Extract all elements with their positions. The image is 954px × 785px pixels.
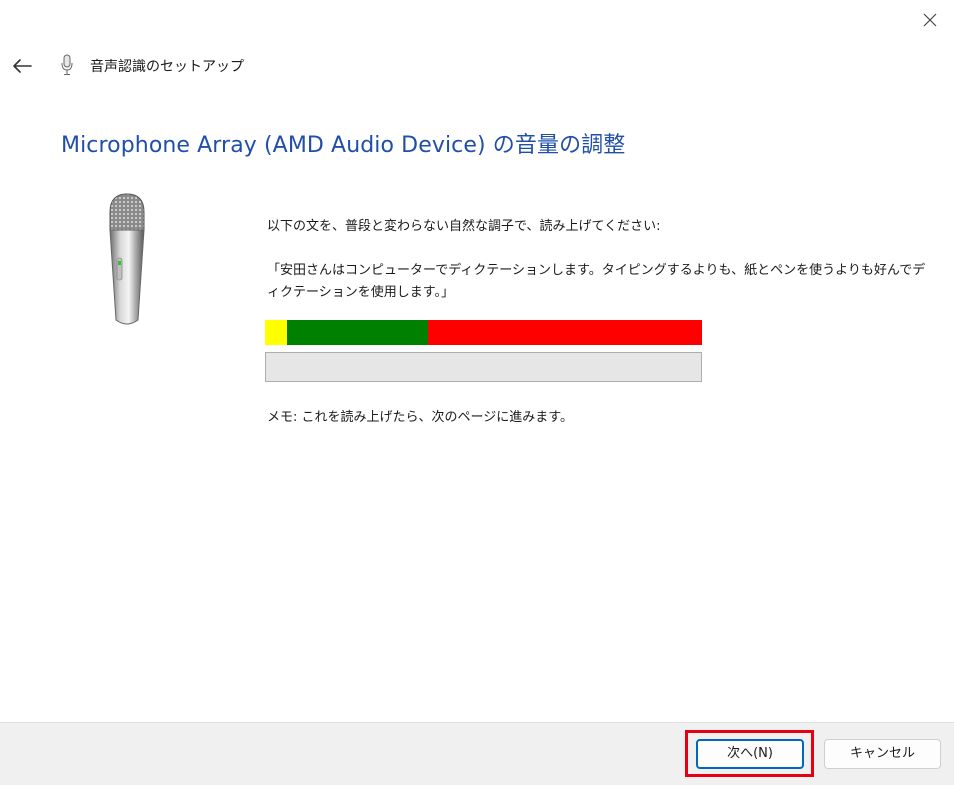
microphone-illustration (109, 193, 145, 325)
cancel-button[interactable]: キャンセル (824, 739, 941, 769)
volume-level-scale (265, 320, 702, 345)
level-high-segment (428, 320, 702, 345)
page-title: Microphone Array (AMD Audio Device) の音量の… (61, 133, 626, 158)
note-text: メモ: これを読み上げたら、次のページに進みます。 (267, 410, 573, 425)
volume-meter (265, 352, 702, 382)
microphone-icon (61, 54, 73, 75)
close-button[interactable] (916, 6, 944, 34)
close-icon (923, 13, 937, 27)
back-arrow-icon (13, 59, 32, 73)
level-good-segment (287, 320, 428, 345)
speech-setup-window: 音声認識のセットアップ Microphone Array (AMD Audio … (0, 0, 954, 785)
wizard-header: 音声認識のセットアップ (0, 48, 954, 84)
back-button[interactable] (8, 52, 36, 80)
level-low-segment (265, 320, 287, 345)
instruction-text: 以下の文を、普段と変わらない自然な調子で、読み上げてください: (267, 219, 661, 234)
sample-sentence: 「安田さんはコンピューターでディクテーションします。タイピングするよりも、紙とペ… (267, 263, 926, 300)
wizard-title: 音声認識のセットアップ (90, 59, 244, 75)
next-button[interactable]: 次へ(N) (696, 739, 804, 769)
